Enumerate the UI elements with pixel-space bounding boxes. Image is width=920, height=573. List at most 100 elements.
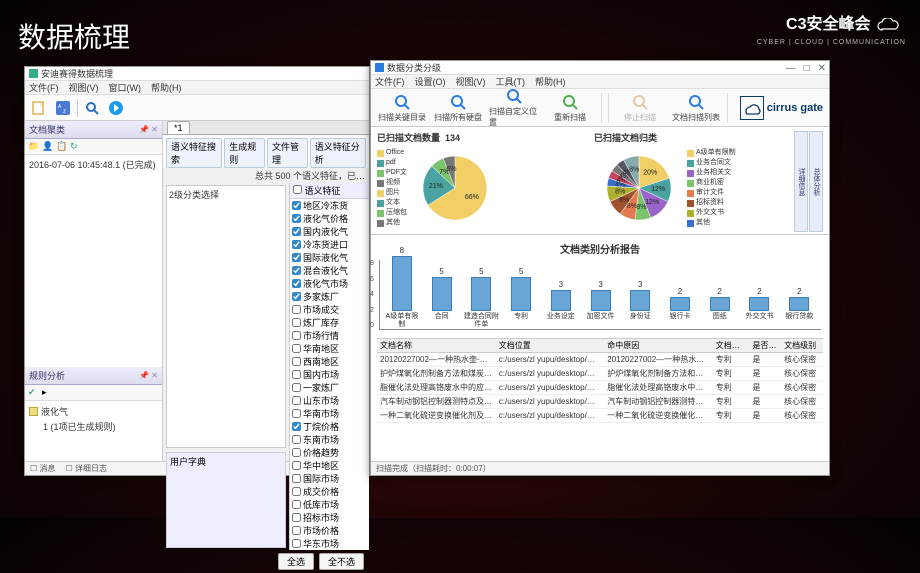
table-row[interactable]: 护炉煤氧化剂制备方法和煤炭.txtc:/users/zl yupu/deskto… xyxy=(377,367,823,381)
term-row[interactable]: 国内市场 xyxy=(290,368,369,381)
term-check[interactable] xyxy=(292,357,301,366)
term-row[interactable]: 市场成交 xyxy=(290,303,369,316)
term-check[interactable] xyxy=(292,279,301,288)
term-check[interactable] xyxy=(292,474,301,483)
term-row[interactable]: 华东市场 xyxy=(290,537,369,550)
tool-run-icon[interactable] xyxy=(106,98,126,118)
term-check[interactable] xyxy=(292,266,301,275)
term-row[interactable]: 炼厂库存 xyxy=(290,316,369,329)
doc-list-button[interactable]: 文档扫描列表 xyxy=(671,93,721,123)
term-check[interactable] xyxy=(292,227,301,236)
term-check[interactable] xyxy=(292,201,301,210)
term-row[interactable]: 市场价格 xyxy=(290,524,369,537)
th-secret[interactable]: 是否机密 xyxy=(750,339,782,352)
menu-file[interactable]: 文件(F) xyxy=(29,81,59,94)
term-row[interactable]: 低库市场 xyxy=(290,498,369,511)
classify-pane[interactable]: 2级分类选择 xyxy=(166,185,286,448)
subtab-genrule[interactable]: 生成规则 xyxy=(224,138,265,168)
menu-view[interactable]: 视图(V) xyxy=(69,81,99,94)
rule-subitem[interactable]: 1 (1项已生成规则) xyxy=(29,419,158,434)
term-row[interactable]: 华中地区 xyxy=(290,459,369,472)
term-check[interactable] xyxy=(292,253,301,262)
term-row[interactable]: 西南地区 xyxy=(290,355,369,368)
scan-custom-button[interactable]: 扫描自定义位置 xyxy=(489,87,539,128)
term-row[interactable]: 价格趋势 xyxy=(290,446,369,459)
user-dict-pane[interactable]: 用户字典 xyxy=(166,452,286,548)
term-check[interactable] xyxy=(292,383,301,392)
rescan-button[interactable]: 重新扫描 xyxy=(545,93,595,123)
term-check[interactable] xyxy=(292,539,301,548)
term-check[interactable] xyxy=(292,435,301,444)
term-check[interactable] xyxy=(292,448,301,457)
copy-icon[interactable]: 📋 xyxy=(56,141,67,152)
term-check[interactable] xyxy=(292,526,301,535)
doc-tree[interactable]: 2016-07-06 10:45:48.1 (已完成) xyxy=(25,155,162,367)
rule-item[interactable]: 液化气 xyxy=(29,404,158,419)
term-check[interactable] xyxy=(292,331,301,340)
menubar-a[interactable]: 文件(F) 视图(V) 窗口(W) 帮助(H) xyxy=(25,81,369,95)
th-level[interactable]: 文档级别 xyxy=(781,339,823,352)
pin-icon[interactable]: 📌 ✕ xyxy=(139,125,158,134)
tool-search-icon[interactable] xyxy=(82,98,102,118)
th-name[interactable]: 文档名称 xyxy=(377,339,496,352)
table-row[interactable]: 脂催化法处理高铬废水中的应用 权利要求…pdfc:/users/zl yupu/… xyxy=(377,381,823,395)
term-check[interactable] xyxy=(292,214,301,223)
table-row[interactable]: 20120227002—一种热水壶-实用新型.pdfc:/users/zl yu… xyxy=(377,353,823,367)
maximize-button[interactable]: □ xyxy=(804,62,810,76)
status-tab-log[interactable]: 详细日志 xyxy=(75,464,107,473)
tool-sort-icon[interactable]: AZ xyxy=(53,98,73,118)
tool-new-icon[interactable] xyxy=(29,98,49,118)
term-check[interactable] xyxy=(292,396,301,405)
term-row[interactable]: 国际市场 xyxy=(290,472,369,485)
term-row[interactable]: 混合液化气 xyxy=(290,264,369,277)
term-row[interactable]: 冷冻货进口 xyxy=(290,238,369,251)
table-row[interactable]: 汽车制动钢铝控制器测特点及局限性.pdfc:/users/zl yupu/des… xyxy=(377,395,823,409)
term-row[interactable]: 多家炼厂 xyxy=(290,290,369,303)
terms-checklist[interactable]: 语义特征 地区冷冻货液化气价格国内液化气冷冻货进口国际液化气混合液化气液化气市场… xyxy=(289,183,369,550)
user-icon[interactable]: 👤 xyxy=(42,141,53,152)
term-check[interactable] xyxy=(292,305,301,314)
term-row[interactable]: 国内液化气 xyxy=(290,225,369,238)
menu-help[interactable]: 帮助(H) xyxy=(151,81,182,94)
term-check[interactable] xyxy=(292,461,301,470)
term-row[interactable]: 液化气市场 xyxy=(290,277,369,290)
folder-icon[interactable]: 📁 xyxy=(28,141,39,152)
term-check[interactable] xyxy=(292,500,301,509)
subtab-filemgr[interactable]: 文件管理 xyxy=(267,138,308,168)
term-row[interactable]: 华南市场 xyxy=(290,407,369,420)
term-row[interactable]: 国际液化气 xyxy=(290,251,369,264)
expand-icon[interactable]: ▸ xyxy=(42,387,53,398)
term-check[interactable] xyxy=(292,370,301,379)
term-row[interactable]: 丁烷价格 xyxy=(290,420,369,433)
term-row[interactable]: 地区冷冻货 xyxy=(290,199,369,212)
term-row[interactable]: 华南地区 xyxy=(290,342,369,355)
menu-window[interactable]: 窗口(W) xyxy=(109,81,142,94)
subtab-search[interactable]: 语义特征搜索 xyxy=(166,138,222,168)
subtab-analysis[interactable]: 语义特征分析 xyxy=(310,138,366,168)
side-tab-overall[interactable]: 总体分析 xyxy=(809,131,823,232)
result-table[interactable]: 文档名称 文档位置 命中原因 文档类别 是否机密 文档级别 2012022700… xyxy=(377,338,823,423)
term-row[interactable]: 液化气价格 xyxy=(290,212,369,225)
scan-key-dir-button[interactable]: 扫描关键目录 xyxy=(377,93,427,123)
status-tab-msg[interactable]: 消息 xyxy=(39,464,55,473)
side-tab-detail[interactable]: 详细信息 xyxy=(794,131,808,232)
doc-tab-1[interactable]: *1 xyxy=(167,121,190,134)
term-row[interactable]: 一家炼厂 xyxy=(290,381,369,394)
term-check[interactable] xyxy=(292,344,301,353)
select-none-button[interactable]: 全不选 xyxy=(319,553,364,570)
term-check[interactable] xyxy=(292,409,301,418)
doc-tree-item[interactable]: 2016-07-06 10:45:48.1 (已完成) xyxy=(29,158,158,171)
check-icon[interactable]: ✔ xyxy=(28,387,39,398)
select-all-button[interactable]: 全选 xyxy=(278,553,314,570)
rules-tree[interactable]: 液化气 1 (1项已生成规则) xyxy=(25,401,162,461)
pin-icon-2[interactable]: 📌 ✕ xyxy=(139,371,158,380)
th-path[interactable]: 文档位置 xyxy=(496,339,605,352)
th-category[interactable]: 文档类别 xyxy=(713,339,750,352)
term-check[interactable] xyxy=(292,422,301,431)
close-button[interactable]: ✕ xyxy=(818,62,826,76)
minimize-button[interactable]: — xyxy=(786,62,796,76)
term-row[interactable]: 成交价格 xyxy=(290,485,369,498)
term-check[interactable] xyxy=(292,487,301,496)
term-row[interactable]: 市场行情 xyxy=(290,329,369,342)
term-row[interactable]: 山东市场 xyxy=(290,394,369,407)
